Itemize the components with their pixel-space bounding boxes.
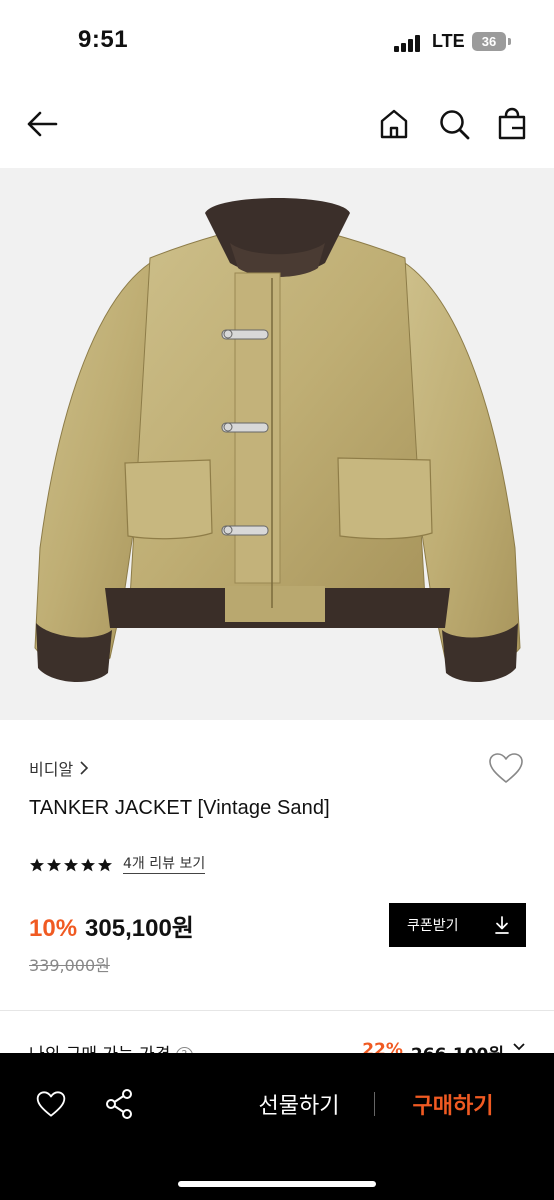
back-arrow-icon[interactable] [24,106,60,142]
status-time: 9:51 [78,26,129,53]
buy-button[interactable]: 구매하기 [394,1087,512,1121]
brand-link[interactable]: 비디알 [29,756,89,780]
heart-icon[interactable] [34,1087,68,1121]
gift-button[interactable]: 선물하기 [240,1087,358,1121]
home-icon[interactable] [376,106,412,142]
separator [374,1092,375,1116]
bottom-action-bar: 선물하기 구매하기 [0,1053,554,1200]
star-icon [81,858,95,872]
network-type: LTE [432,31,465,51]
search-icon[interactable] [436,106,472,142]
battery-icon: 36 [472,32,506,51]
battery-tip [508,38,511,45]
wishlist-heart-icon[interactable] [486,748,526,788]
coupon-button-label: 쿠폰받기 [407,918,459,934]
sale-price: 305,100원 [85,915,194,942]
star-icon [47,858,61,872]
shopping-bag-icon[interactable] [494,106,530,142]
divider [0,1010,554,1011]
download-icon [495,916,509,934]
coupon-download-button[interactable]: 쿠폰받기 [389,903,526,947]
home-indicator [178,1181,376,1187]
product-title: TANKER JACKET [Vintage Sand] [29,797,330,819]
discount-rate: 10% [29,915,78,942]
star-icon [30,858,44,872]
app-header [0,90,554,168]
chevron-right-icon [80,761,89,775]
product-image[interactable] [0,168,554,720]
original-price: 339,000원 [29,956,110,975]
share-icon[interactable] [102,1087,136,1121]
jacket-illustration [34,198,521,683]
review-link[interactable]: 4개 리뷰 보기 [123,856,206,874]
signal-icon [394,34,424,52]
rating-row: 4개 리뷰 보기 [29,855,206,875]
rating-stars [29,857,113,873]
star-icon [98,858,112,872]
star-icon [64,858,78,872]
chevron-down-icon [513,1043,525,1051]
brand-name: 비디알 [29,760,74,779]
status-bar: 9:51 LTE 36 [0,0,554,84]
price-row: 10% 305,100원 [29,908,194,943]
